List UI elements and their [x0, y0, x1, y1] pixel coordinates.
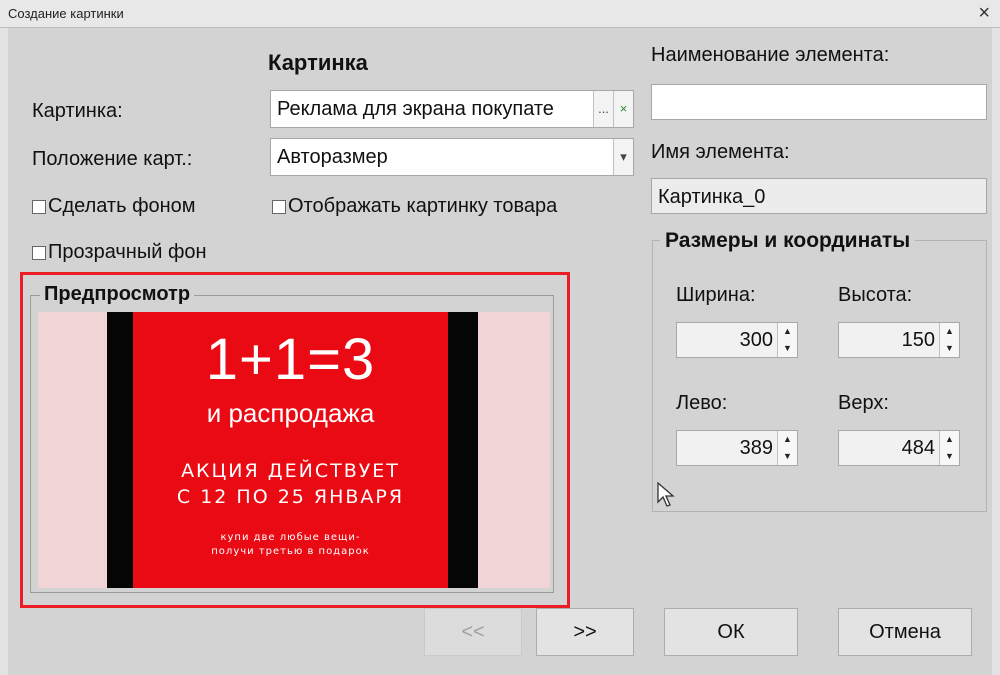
make-background-label: Сделать фоном [48, 195, 196, 217]
position-select[interactable]: Авторазмер ▾ [270, 138, 634, 176]
height-value: 150 [901, 329, 935, 351]
next-button[interactable]: >> [536, 608, 634, 656]
arrow-up-icon[interactable]: ▲ [778, 431, 797, 448]
arrow-down-icon[interactable]: ▼ [940, 340, 959, 357]
arrow-up-icon[interactable]: ▲ [940, 323, 959, 340]
top-label: Верх: [838, 392, 889, 414]
make-background-checkbox[interactable]: Сделать фоном [32, 195, 196, 218]
width-stepper[interactable]: ▲ ▼ [777, 323, 797, 357]
transparent-background-label: Прозрачный фон [48, 241, 207, 263]
checkbox-box[interactable] [32, 245, 46, 260]
position-select-value: Авторазмер [277, 146, 388, 168]
chevron-down-icon[interactable]: ▾ [613, 139, 633, 175]
checkbox-box[interactable] [32, 199, 46, 214]
arrow-down-icon[interactable]: ▼ [940, 448, 959, 465]
show-product-picture-checkbox[interactable]: Отображать картинку товара [272, 195, 557, 218]
element-name-label: Наименование элемента: [651, 44, 890, 66]
top-value: 484 [901, 437, 935, 459]
window-title: Создание картинки [8, 6, 124, 21]
close-icon[interactable]: × [978, 2, 990, 24]
coords-group [652, 240, 987, 512]
ok-button[interactable]: ОК [664, 608, 798, 656]
arrow-up-icon[interactable]: ▲ [778, 323, 797, 340]
show-product-picture-label: Отображать картинку товара [288, 195, 558, 217]
position-label: Положение карт.: [32, 148, 193, 170]
clear-icon[interactable]: × [613, 91, 633, 127]
picture-label: Картинка: [32, 100, 123, 122]
arrow-down-icon[interactable]: ▼ [778, 340, 797, 357]
picture-field-value: Реклама для экрана покупате [277, 98, 554, 120]
width-label: Ширина: [676, 284, 756, 306]
height-stepper[interactable]: ▲ ▼ [939, 323, 959, 357]
left-stepper[interactable]: ▲ ▼ [777, 431, 797, 465]
arrow-down-icon[interactable]: ▼ [778, 448, 797, 465]
prev-button[interactable]: << [424, 608, 522, 656]
arrow-up-icon[interactable]: ▲ [940, 431, 959, 448]
height-label: Высота: [838, 284, 913, 306]
coords-title: Размеры и координаты [660, 229, 916, 253]
mouse-cursor-icon [657, 482, 675, 507]
element-name-input[interactable] [651, 84, 987, 120]
width-value: 300 [739, 329, 773, 351]
left-spinner[interactable]: 389 ▲ ▼ [676, 430, 798, 466]
window-frame-right [992, 28, 1000, 675]
transparent-background-checkbox[interactable]: Прозрачный фон [32, 241, 207, 264]
height-spinner[interactable]: 150 ▲ ▼ [838, 322, 960, 358]
picture-field[interactable]: Реклама для экрана покупате ... × [270, 90, 634, 128]
left-label: Лево: [676, 392, 728, 414]
checkbox-box[interactable] [272, 199, 286, 214]
width-spinner[interactable]: 300 ▲ ▼ [676, 322, 798, 358]
window-frame-left [0, 28, 8, 675]
element-id-field[interactable]: Картинка_0 [651, 178, 987, 214]
top-spinner[interactable]: 484 ▲ ▼ [838, 430, 960, 466]
left-value: 389 [739, 437, 773, 459]
element-id-label: Имя элемента: [651, 141, 790, 163]
top-stepper[interactable]: ▲ ▼ [939, 431, 959, 465]
title-bar: Создание картинки × [0, 0, 1000, 28]
highlight-box [20, 272, 570, 608]
cancel-button[interactable]: Отмена [838, 608, 972, 656]
browse-button[interactable]: ... [593, 91, 613, 127]
picture-section-title: Картинка [268, 50, 368, 75]
